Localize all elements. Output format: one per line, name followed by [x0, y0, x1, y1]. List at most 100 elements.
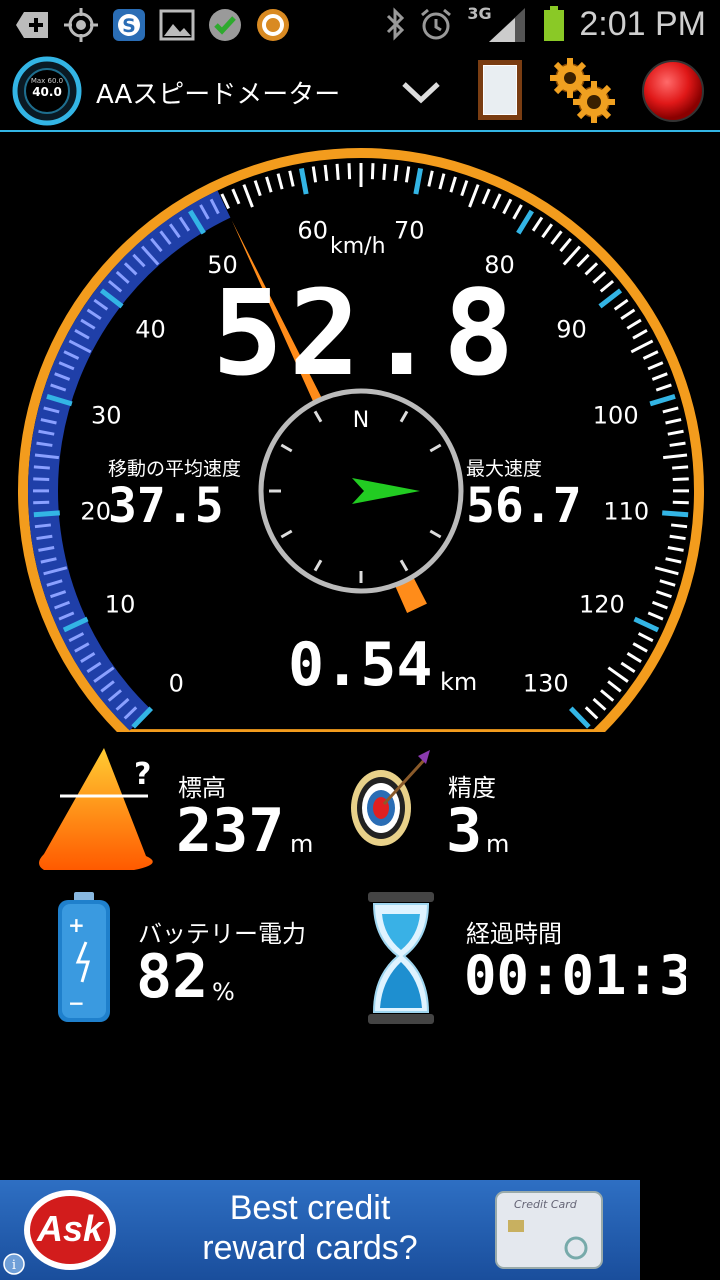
dropdown-chevron-icon[interactable]: [398, 72, 444, 112]
dial-tick: [231, 188, 241, 205]
credit-card-label: Credit Card: [514, 1198, 577, 1211]
ad-info-icon[interactable]: i: [2, 1252, 26, 1276]
svg-text:S: S: [122, 15, 136, 37]
app-logo-icon[interactable]: Max 60.0 40.0: [12, 56, 82, 126]
dial-tick: [298, 167, 309, 195]
dial-tick: [632, 642, 648, 653]
ad-headline: Best credit reward cards?: [150, 1188, 470, 1268]
dial-tick: [562, 245, 581, 266]
dial-tick: [541, 223, 554, 239]
dial-tick: [662, 453, 688, 460]
max-speed-value: 56.7: [466, 478, 582, 534]
dial-tick: [651, 600, 668, 610]
status-time: 2:01 PM: [579, 4, 706, 43]
battery-level-icon: + −: [56, 892, 112, 1024]
dial-tick: [598, 288, 623, 309]
battery-icon: [544, 6, 565, 41]
ad-banner[interactable]: Ask Best credit reward cards? Credit Car…: [0, 1180, 640, 1280]
scale-label: 20: [80, 497, 111, 525]
dial-tick: [34, 523, 52, 529]
dial-tick: [599, 279, 615, 293]
dial-tick: [592, 270, 607, 284]
dial-tick: [531, 216, 544, 232]
scale-label: 30: [91, 401, 122, 429]
dial-tick: [642, 350, 659, 360]
orientation-button[interactable]: [474, 56, 530, 126]
dial-tick: [651, 372, 668, 381]
compass-north: N: [353, 408, 369, 433]
scale-label: 100: [593, 401, 639, 429]
dial-tick: [655, 383, 672, 392]
scale-label: 130: [523, 669, 569, 697]
gps-icon: [62, 6, 100, 44]
altitude-value: 237: [176, 796, 285, 866]
dial-tick: [576, 253, 590, 268]
dial-tick: [33, 465, 50, 470]
settings-gear-icon[interactable]: [546, 54, 620, 128]
dial-tick: [584, 262, 599, 276]
dial-tick: [667, 429, 684, 436]
alarm-icon: [421, 8, 452, 40]
dial-tick: [382, 163, 387, 180]
dial-tick: [672, 477, 689, 481]
accuracy-unit: m: [486, 830, 510, 858]
altitude-unit: m: [290, 830, 314, 858]
dial-tick: [288, 170, 295, 187]
dial-tick: [665, 557, 682, 564]
dial-tick: [600, 689, 615, 702]
dial-tick: [253, 180, 262, 197]
scale-label: 70: [394, 216, 425, 244]
dial-tick: [620, 308, 636, 321]
dial-tick: [33, 510, 60, 518]
dial-tick: [449, 176, 457, 193]
compass: N: [258, 388, 464, 594]
action-bar: Max 60.0 40.0 AAスピードメーター: [0, 50, 720, 132]
bluetooth-icon: [387, 7, 405, 41]
scale-label: 0: [169, 669, 184, 697]
dial-tick: [335, 163, 340, 180]
ad-line-2: reward cards?: [202, 1229, 418, 1267]
accuracy-target-icon: [346, 748, 436, 848]
scale-label: 90: [556, 315, 587, 343]
dial-tick: [347, 163, 352, 180]
scale-label: 110: [603, 497, 649, 525]
scale-label: 10: [105, 591, 136, 619]
dial-tick: [568, 706, 591, 729]
scale-label: 40: [135, 315, 166, 343]
accuracy-value: 3: [446, 796, 483, 866]
svg-text:?: ?: [134, 757, 151, 792]
dial-tick: [559, 237, 572, 253]
dial-tick: [516, 209, 534, 235]
dial-tick: [654, 566, 679, 576]
app-logo-value: 40.0: [32, 85, 62, 99]
dial-tick: [672, 500, 689, 505]
svg-text:−: −: [68, 991, 85, 1015]
dial-tick: [662, 406, 679, 414]
dial-tick: [584, 706, 599, 720]
dial-tick: [33, 500, 50, 505]
dial-tick: [438, 173, 446, 190]
distance-value: 0.54: [288, 630, 433, 700]
dial-tick: [637, 632, 654, 643]
dial-tick: [323, 164, 329, 182]
dial-tick: [667, 546, 684, 552]
dial-tick: [647, 611, 664, 621]
svg-text:i: i: [12, 1258, 16, 1273]
dial-tick: [370, 163, 375, 180]
dial-tick: [404, 166, 411, 183]
add-icon: [14, 6, 52, 44]
dial-tick: [655, 590, 672, 599]
hourglass-icon: [364, 890, 438, 1026]
battery-unit: %: [212, 978, 235, 1006]
dial-tick: [550, 230, 563, 245]
record-button[interactable]: [640, 58, 706, 124]
elapsed-value: 00:01:31: [464, 944, 686, 1007]
scale-label: 120: [579, 591, 625, 619]
dial-tick: [242, 184, 254, 208]
dial-tick: [630, 339, 654, 354]
dial-tick: [633, 616, 660, 633]
dial-tick: [632, 329, 648, 340]
gallery-icon: [158, 6, 196, 44]
dial-tick: [311, 166, 318, 183]
dial-tick: [669, 441, 686, 447]
